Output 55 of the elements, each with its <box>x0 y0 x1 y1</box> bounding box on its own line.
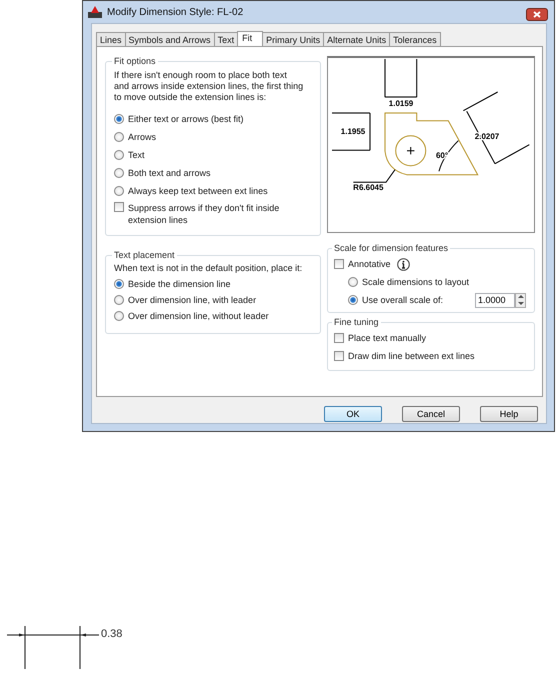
dimension-label: 1.0159 <box>388 99 414 108</box>
radio-label[interactable]: Both text and arrows <box>128 168 211 178</box>
checkbox[interactable] <box>334 333 344 343</box>
checkbox-label[interactable]: Suppress arrows if they don't fit inside extension lines <box>128 202 312 226</box>
radio-label[interactable]: Scale dimensions to layout <box>362 277 470 287</box>
window-title: Modify Dimension Style: FL-02 <box>107 6 244 18</box>
radio-button[interactable] <box>348 277 358 287</box>
dialog-button[interactable]: Cancel <box>402 406 460 422</box>
checkbox[interactable] <box>114 202 124 212</box>
group-title: Fit options <box>113 56 157 66</box>
tab[interactable]: Tolerances <box>389 32 441 46</box>
group-title: Fine tuning <box>333 317 380 327</box>
radio-button[interactable] <box>114 186 124 196</box>
tab[interactable]: Primary Units <box>262 32 324 46</box>
dimension-label: 1.1955 <box>340 127 366 136</box>
tab[interactable]: Lines <box>96 32 126 46</box>
dialog-button[interactable]: Help <box>480 406 538 422</box>
tab[interactable]: Symbols and Arrows <box>124 32 215 46</box>
radio-label[interactable]: Text <box>128 150 145 160</box>
radio-label[interactable]: Either text or arrows (best fit) <box>128 114 244 124</box>
tab[interactable]: Fit <box>237 31 264 46</box>
description-text: If there isn't enough room to place both text and arrows inside extension lines, the first thing to move outside the extension lines is: <box>114 70 304 103</box>
radio-label[interactable]: Always keep text between ext lines <box>128 186 268 196</box>
radio-button[interactable] <box>114 150 124 160</box>
tab[interactable]: Text <box>214 32 238 46</box>
group-title: Scale for dimension features <box>333 243 450 253</box>
radio-label[interactable]: Over dimension line, without leader <box>128 311 269 321</box>
radio-label[interactable]: Use overall scale of: <box>362 295 444 305</box>
dimension-label: 0.38 <box>101 628 122 640</box>
description-text: When text is not in the default position, place it: <box>114 263 304 274</box>
checkbox-label[interactable]: Draw dim line between ext lines <box>348 351 475 361</box>
checkbox[interactable] <box>334 259 344 269</box>
close-icon <box>533 10 541 18</box>
radio-button[interactable] <box>114 168 124 178</box>
checkbox[interactable] <box>334 351 344 361</box>
group-title: Text placement <box>113 250 176 260</box>
radio-button[interactable] <box>348 295 358 305</box>
radio-label[interactable]: Beside the dimension line <box>128 279 231 289</box>
radio-button[interactable] <box>114 279 124 289</box>
radio-label[interactable]: Arrows <box>128 132 156 142</box>
close-button[interactable] <box>526 8 548 20</box>
dimension-label: R6.6045 <box>353 183 384 192</box>
radio-button[interactable] <box>114 311 124 321</box>
radio-button[interactable] <box>114 132 124 142</box>
radio-button[interactable] <box>114 295 124 305</box>
dialog-button[interactable]: OK <box>324 406 382 422</box>
scale-input[interactable]: 1.0000 <box>475 292 515 308</box>
checkbox-label[interactable]: Annotative <box>348 259 391 269</box>
tab[interactable]: Alternate Units <box>323 32 390 46</box>
info-icon[interactable] <box>396 258 410 270</box>
radio-label[interactable]: Over dimension line, with leader <box>128 295 256 305</box>
spinner-buttons[interactable] <box>515 292 526 308</box>
app-icon <box>88 6 102 18</box>
checkbox-label[interactable]: Place text manually <box>348 333 426 343</box>
radio-button[interactable] <box>114 114 124 124</box>
